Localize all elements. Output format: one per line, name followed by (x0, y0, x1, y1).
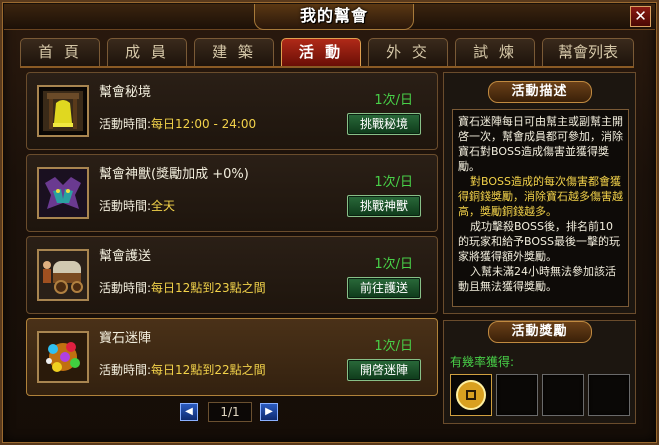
gems-icon (37, 331, 89, 383)
page-indicator: 1/1 (208, 402, 252, 422)
reward-label: 有幾率獲得: (450, 355, 515, 369)
open-maze-button[interactable]: 開啓迷陣 (347, 359, 421, 381)
description-paragraph: 成功擊殺BOSS後，排名前10的玩家和給予BOSS最後一擊的玩家將獲得額外獎勵。 (458, 220, 620, 263)
tab-members[interactable]: 成 員 (107, 38, 187, 66)
activity-time-label: 活動時間: (99, 117, 152, 131)
activity-row-gem-maze[interactable]: 寶石迷陣 1次/日 活動時間:每日12點到22點之間 開啓迷陣 (26, 318, 438, 396)
activity-count: 1次/日 (374, 339, 413, 354)
title-bar: 我的幫會 ✕ (4, 4, 655, 30)
tab-guild-list[interactable]: 幫會列表 (542, 38, 634, 66)
tab-buildings[interactable]: 建 築 (194, 38, 274, 66)
reward-slot[interactable] (496, 374, 538, 416)
description-panel: 活動描述 寶石迷陣每日可由幫主或副幫主開啓一次，幫會成員都可參加，消除寶石對BO… (443, 72, 636, 314)
tab-activities[interactable]: 活 動 (281, 38, 361, 66)
activity-count: 1次/日 (374, 93, 413, 108)
activity-title: 幫會護送 (99, 249, 152, 264)
tab-bar: 首 頁 成 員 建 築 活 動 外 交 試 煉 幫會列表 (20, 38, 634, 66)
bell-shrine-icon (37, 85, 89, 137)
pager: ◀ 1/1 ▶ (180, 402, 280, 424)
beast-icon (37, 167, 89, 219)
description-paragraph: 寶石迷陣每日可由幫主或副幫主開啓一次，幫會成員都可參加，消除寶石對BOSS造成傷… (458, 115, 623, 173)
activity-time-label: 活動時間: (99, 363, 152, 377)
reward-slot[interactable] (450, 374, 492, 416)
reward-panel: 活動獎勵 有幾率獲得: (443, 320, 636, 424)
tab-divider (20, 66, 634, 68)
prev-page-button[interactable]: ◀ (180, 403, 198, 421)
description-paragraph: 入幫未滿24小時無法參加該活動且無法獲得獎勵。 (458, 265, 616, 293)
activity-time: 活動時間:全天 (99, 197, 175, 214)
activity-row-divine-beast[interactable]: 幫會神獸(獎勵加成 +0%) 1次/日 活動時間:全天 挑戰神獸 (26, 154, 438, 232)
reward-slot[interactable] (542, 374, 584, 416)
activity-title: 幫會神獸(獎勵加成 +0%) (99, 167, 249, 182)
description-paragraph: 對BOSS造成的每次傷害都會獲得銅錢獎勵，消除寶石越多傷害越高，獎勵銅錢越多。 (458, 175, 623, 218)
activity-time-value: 全天 (151, 199, 176, 213)
activity-title: 寶石迷陣 (99, 331, 152, 346)
activity-time-value: 每日12點到23點之間 (151, 281, 266, 295)
challenge-realm-button[interactable]: 挑戰秘境 (347, 113, 421, 135)
description-box: 寶石迷陣每日可由幫主或副幫主開啓一次，幫會成員都可參加，消除寶石對BOSS造成傷… (452, 109, 629, 307)
activity-time-label: 活動時間: (99, 281, 152, 295)
activity-title: 幫會秘境 (99, 85, 152, 100)
guild-window: 我的幫會 ✕ 首 頁 成 員 建 築 活 動 外 交 試 煉 幫會列表 幫會秘境… (0, 0, 659, 445)
activity-row-escort[interactable]: 幫會護送 1次/日 活動時間:每日12點到23點之間 前往護送 (26, 236, 438, 314)
activity-time: 活動時間:每日12點到23點之間 (99, 279, 266, 296)
coin-icon (456, 380, 486, 410)
activity-time-value: 每日12點到22點之間 (151, 363, 266, 377)
activity-time: 活動時間:每日12點到22點之間 (99, 361, 266, 378)
window-title: 我的幫會 (254, 4, 414, 30)
description-header: 活動描述 (487, 81, 592, 103)
activity-time-label: 活動時間: (99, 199, 152, 213)
tab-trials[interactable]: 試 煉 (455, 38, 535, 66)
activity-count: 1次/日 (374, 175, 413, 190)
activity-row-secret-realm[interactable]: 幫會秘境 1次/日 活動時間:每日12:00 - 24:00 挑戰秘境 (26, 72, 438, 150)
tab-diplomacy[interactable]: 外 交 (368, 38, 448, 66)
activity-time: 活動時間:每日12:00 - 24:00 (99, 115, 256, 132)
activity-count: 1次/日 (374, 257, 413, 272)
wagon-icon (37, 249, 89, 301)
challenge-beast-button[interactable]: 挑戰神獸 (347, 195, 421, 217)
tab-home[interactable]: 首 頁 (20, 38, 100, 66)
reward-header: 活動獎勵 (487, 321, 592, 343)
reward-slot[interactable] (588, 374, 630, 416)
next-page-button[interactable]: ▶ (260, 403, 278, 421)
activity-time-value: 每日12:00 - 24:00 (151, 117, 257, 131)
close-button[interactable]: ✕ (630, 6, 651, 27)
go-escort-button[interactable]: 前往護送 (347, 277, 421, 299)
